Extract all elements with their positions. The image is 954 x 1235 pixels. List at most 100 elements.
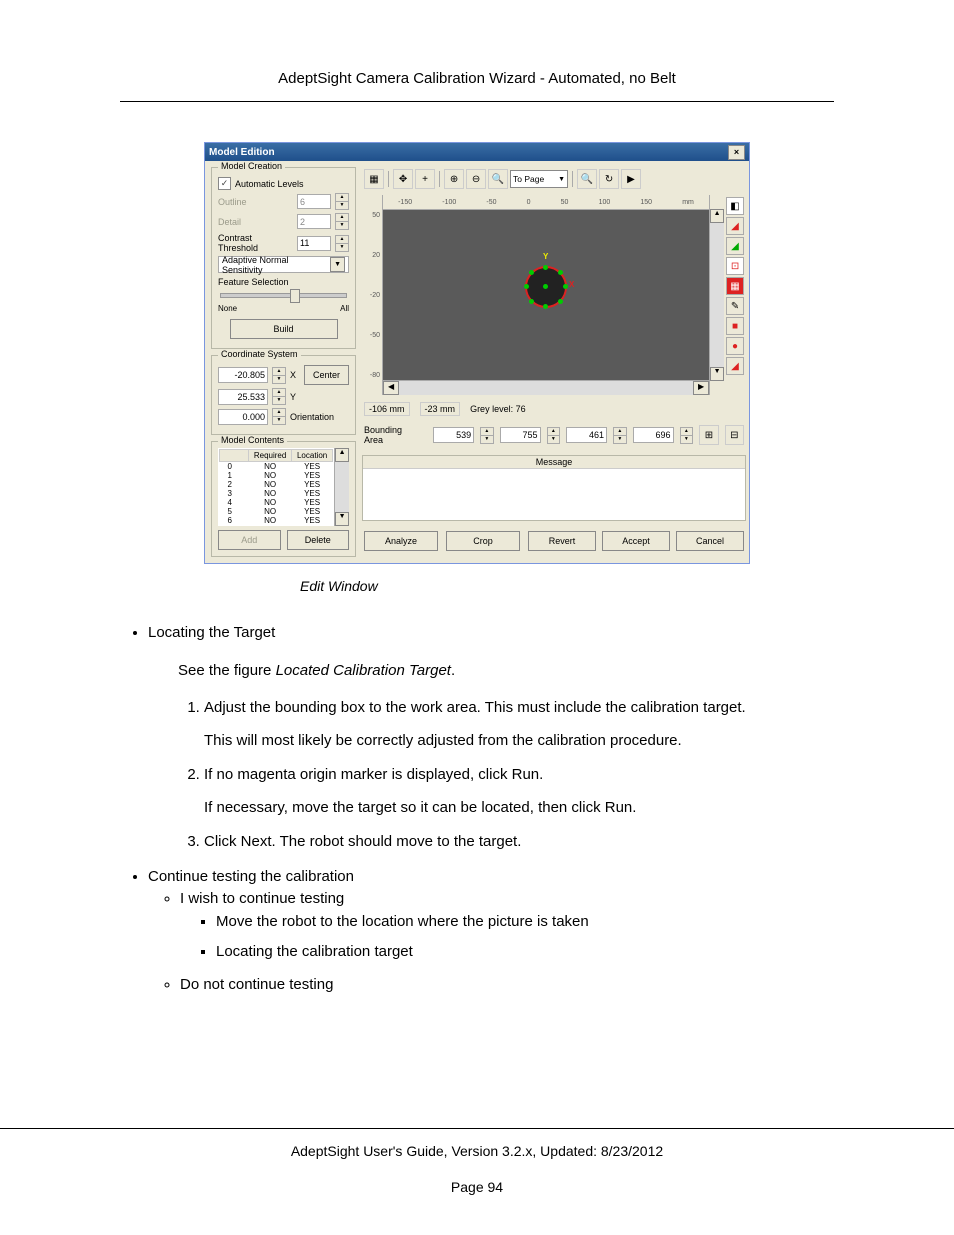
center-button[interactable]: Center [304, 365, 349, 385]
bounding-label: Bounding Area [364, 425, 421, 445]
scroll-down-icon[interactable]: ▼ [335, 512, 349, 526]
grid2-icon[interactable]: ⊟ [725, 425, 744, 445]
palette-target-icon[interactable]: ⊡ [726, 257, 744, 275]
table-row[interactable]: 2NOYES [220, 480, 333, 489]
table-row[interactable]: 4NOYES [220, 498, 333, 507]
table-row[interactable]: 6NOYES [220, 516, 333, 525]
bounding-v1[interactable]: 539 [433, 427, 474, 443]
coord-x-field[interactable]: -20.805 [218, 367, 268, 383]
palette-fill-icon[interactable]: ▦ [726, 277, 744, 295]
detail-field: 2 [297, 214, 331, 229]
table-row[interactable]: 7NOYES [220, 525, 333, 526]
sensitivity-combo[interactable]: Adaptive Normal Sensitivity ▼ [218, 256, 349, 273]
viewport-toolbar: ▦ ✥ + ⊕ ⊖ 🔍 To Page▼ 🔍 ↻ ▶ [362, 167, 746, 191]
group-label: Model Contents [218, 435, 287, 445]
coord-y-spinner[interactable]: ▲▼ [272, 388, 286, 405]
tool-icon[interactable]: ▦ [364, 169, 384, 189]
zoom-combo[interactable]: To Page▼ [510, 170, 568, 188]
rotate-icon[interactable]: ↻ [599, 169, 619, 189]
add-button: Add [218, 530, 281, 550]
coord-o-label: Orientation [290, 412, 334, 422]
footer-rule [0, 1128, 954, 1129]
zoom-combo-value: To Page [513, 174, 544, 184]
accept-button[interactable]: Accept [602, 531, 670, 551]
coord-y-label: Y [290, 392, 296, 402]
palette-square-icon[interactable]: ■ [726, 317, 744, 335]
pan-icon[interactable]: ✥ [393, 169, 413, 189]
bounding-v4[interactable]: 696 [633, 427, 674, 443]
do-not-continue: Do not continue testing [180, 974, 834, 997]
grid-icon[interactable]: ⊞ [699, 425, 718, 445]
hscrollbar[interactable]: ◀▶ [383, 380, 709, 395]
pointer-icon[interactable]: ▶ [621, 169, 641, 189]
ruler-horizontal: -150-100-50050100150mm [383, 195, 709, 210]
col-required: Required [249, 450, 292, 462]
spinner[interactable]: ▲▼ [480, 427, 494, 444]
palette-green-icon[interactable]: ◢ [726, 237, 744, 255]
revert-button[interactable]: Revert [528, 531, 596, 551]
footer-page: Page 94 [0, 1179, 954, 1195]
model-contents-table: Required Location 0NOYES1NOYES2NOYES3NOY… [219, 449, 333, 526]
table-row[interactable]: 5NOYES [220, 507, 333, 516]
crosshair-icon[interactable]: + [415, 169, 435, 189]
bounding-v3[interactable]: 461 [566, 427, 607, 443]
window-titlebar: Model Edition × [205, 143, 749, 161]
zoom-icon[interactable]: 🔍 [488, 169, 508, 189]
table-row[interactable]: 0NOYES [220, 462, 333, 472]
vscrollbar[interactable]: ▲ ▼ [709, 195, 724, 395]
palette-icon[interactable]: ◧ [726, 197, 744, 215]
feature-slider[interactable] [220, 293, 347, 298]
palette-eraser-icon[interactable]: ✎ [726, 297, 744, 315]
coord-x-spinner[interactable]: ▲▼ [272, 367, 286, 384]
close-icon[interactable]: × [728, 145, 745, 160]
coord-y-field[interactable]: 25.533 [218, 389, 268, 405]
figure-caption: Edit Window [120, 578, 834, 594]
model-contents-group: Model Contents Required Location 0NOYE [211, 441, 356, 557]
table-row[interactable]: 1NOYES [220, 471, 333, 480]
viewport-canvas[interactable]: Y X [383, 210, 709, 380]
cancel-button[interactable]: Cancel [676, 531, 744, 551]
coord-o-spinner[interactable]: ▲▼ [272, 408, 286, 425]
contrast-field[interactable]: 11 [297, 236, 331, 251]
outline-spinner: ▲▼ [335, 193, 349, 210]
crop-button[interactable]: Crop [446, 531, 520, 551]
spinner[interactable]: ▲▼ [680, 427, 694, 444]
contrast-spinner[interactable]: ▲▼ [335, 235, 349, 252]
palette-circle-icon[interactable]: ● [726, 337, 744, 355]
bounding-area-row: Bounding Area 539▲▼ 755▲▼ 461▲▼ 696▲▼ ⊞ … [362, 423, 746, 447]
zoom-in-icon[interactable]: ⊕ [444, 169, 464, 189]
slider-all-label: All [340, 304, 349, 313]
automatic-levels-checkbox[interactable]: ✓ [218, 177, 231, 190]
delete-button[interactable]: Delete [287, 530, 350, 550]
bounding-v2[interactable]: 755 [500, 427, 541, 443]
message-area: Message [362, 455, 746, 521]
sub-locate: Locating the calibration target [216, 941, 834, 964]
contrast-label: Contrast Threshold [218, 233, 293, 253]
coord-o-field[interactable]: 0.000 [218, 409, 268, 425]
zoom-fit-icon[interactable]: 🔍 [577, 169, 597, 189]
tool-palette: ◧ ◢ ◢ ⊡ ▦ ✎ ■ ● ◢ [724, 195, 746, 395]
table-scrollbar[interactable]: ▲ ▼ [334, 448, 349, 526]
build-button[interactable]: Build [230, 319, 338, 339]
zoom-out-icon[interactable]: ⊖ [466, 169, 486, 189]
spinner[interactable]: ▲▼ [613, 427, 627, 444]
calibration-target: Y X [525, 266, 567, 308]
window-title: Model Edition [209, 147, 275, 158]
scroll-up-icon[interactable]: ▲ [335, 448, 349, 462]
analyze-button[interactable]: Analyze [364, 531, 438, 551]
slider-thumb[interactable] [290, 289, 300, 303]
coordinate-system-group: Coordinate System -20.805 ▲▼ X Center 25… [211, 355, 356, 435]
coord-x-label: X [290, 370, 296, 380]
see-figure-ref: Located Calibration Target [276, 662, 451, 679]
continue-heading: Continue testing the calibration [148, 868, 354, 885]
table-row[interactable]: 3NOYES [220, 489, 333, 498]
chevron-down-icon[interactable]: ▼ [330, 257, 345, 272]
palette-tri-icon[interactable]: ◢ [726, 357, 744, 375]
step-1b: This will most likely be correctly adjus… [204, 730, 834, 753]
group-label: Coordinate System [218, 349, 301, 359]
axis-x-label: X [569, 280, 574, 289]
palette-red-icon[interactable]: ◢ [726, 217, 744, 235]
page-footer: AdeptSight User's Guide, Version 3.2.x, … [0, 1098, 954, 1195]
spinner[interactable]: ▲▼ [547, 427, 561, 444]
step-3: Click Next. The robot should move to the… [204, 831, 834, 854]
